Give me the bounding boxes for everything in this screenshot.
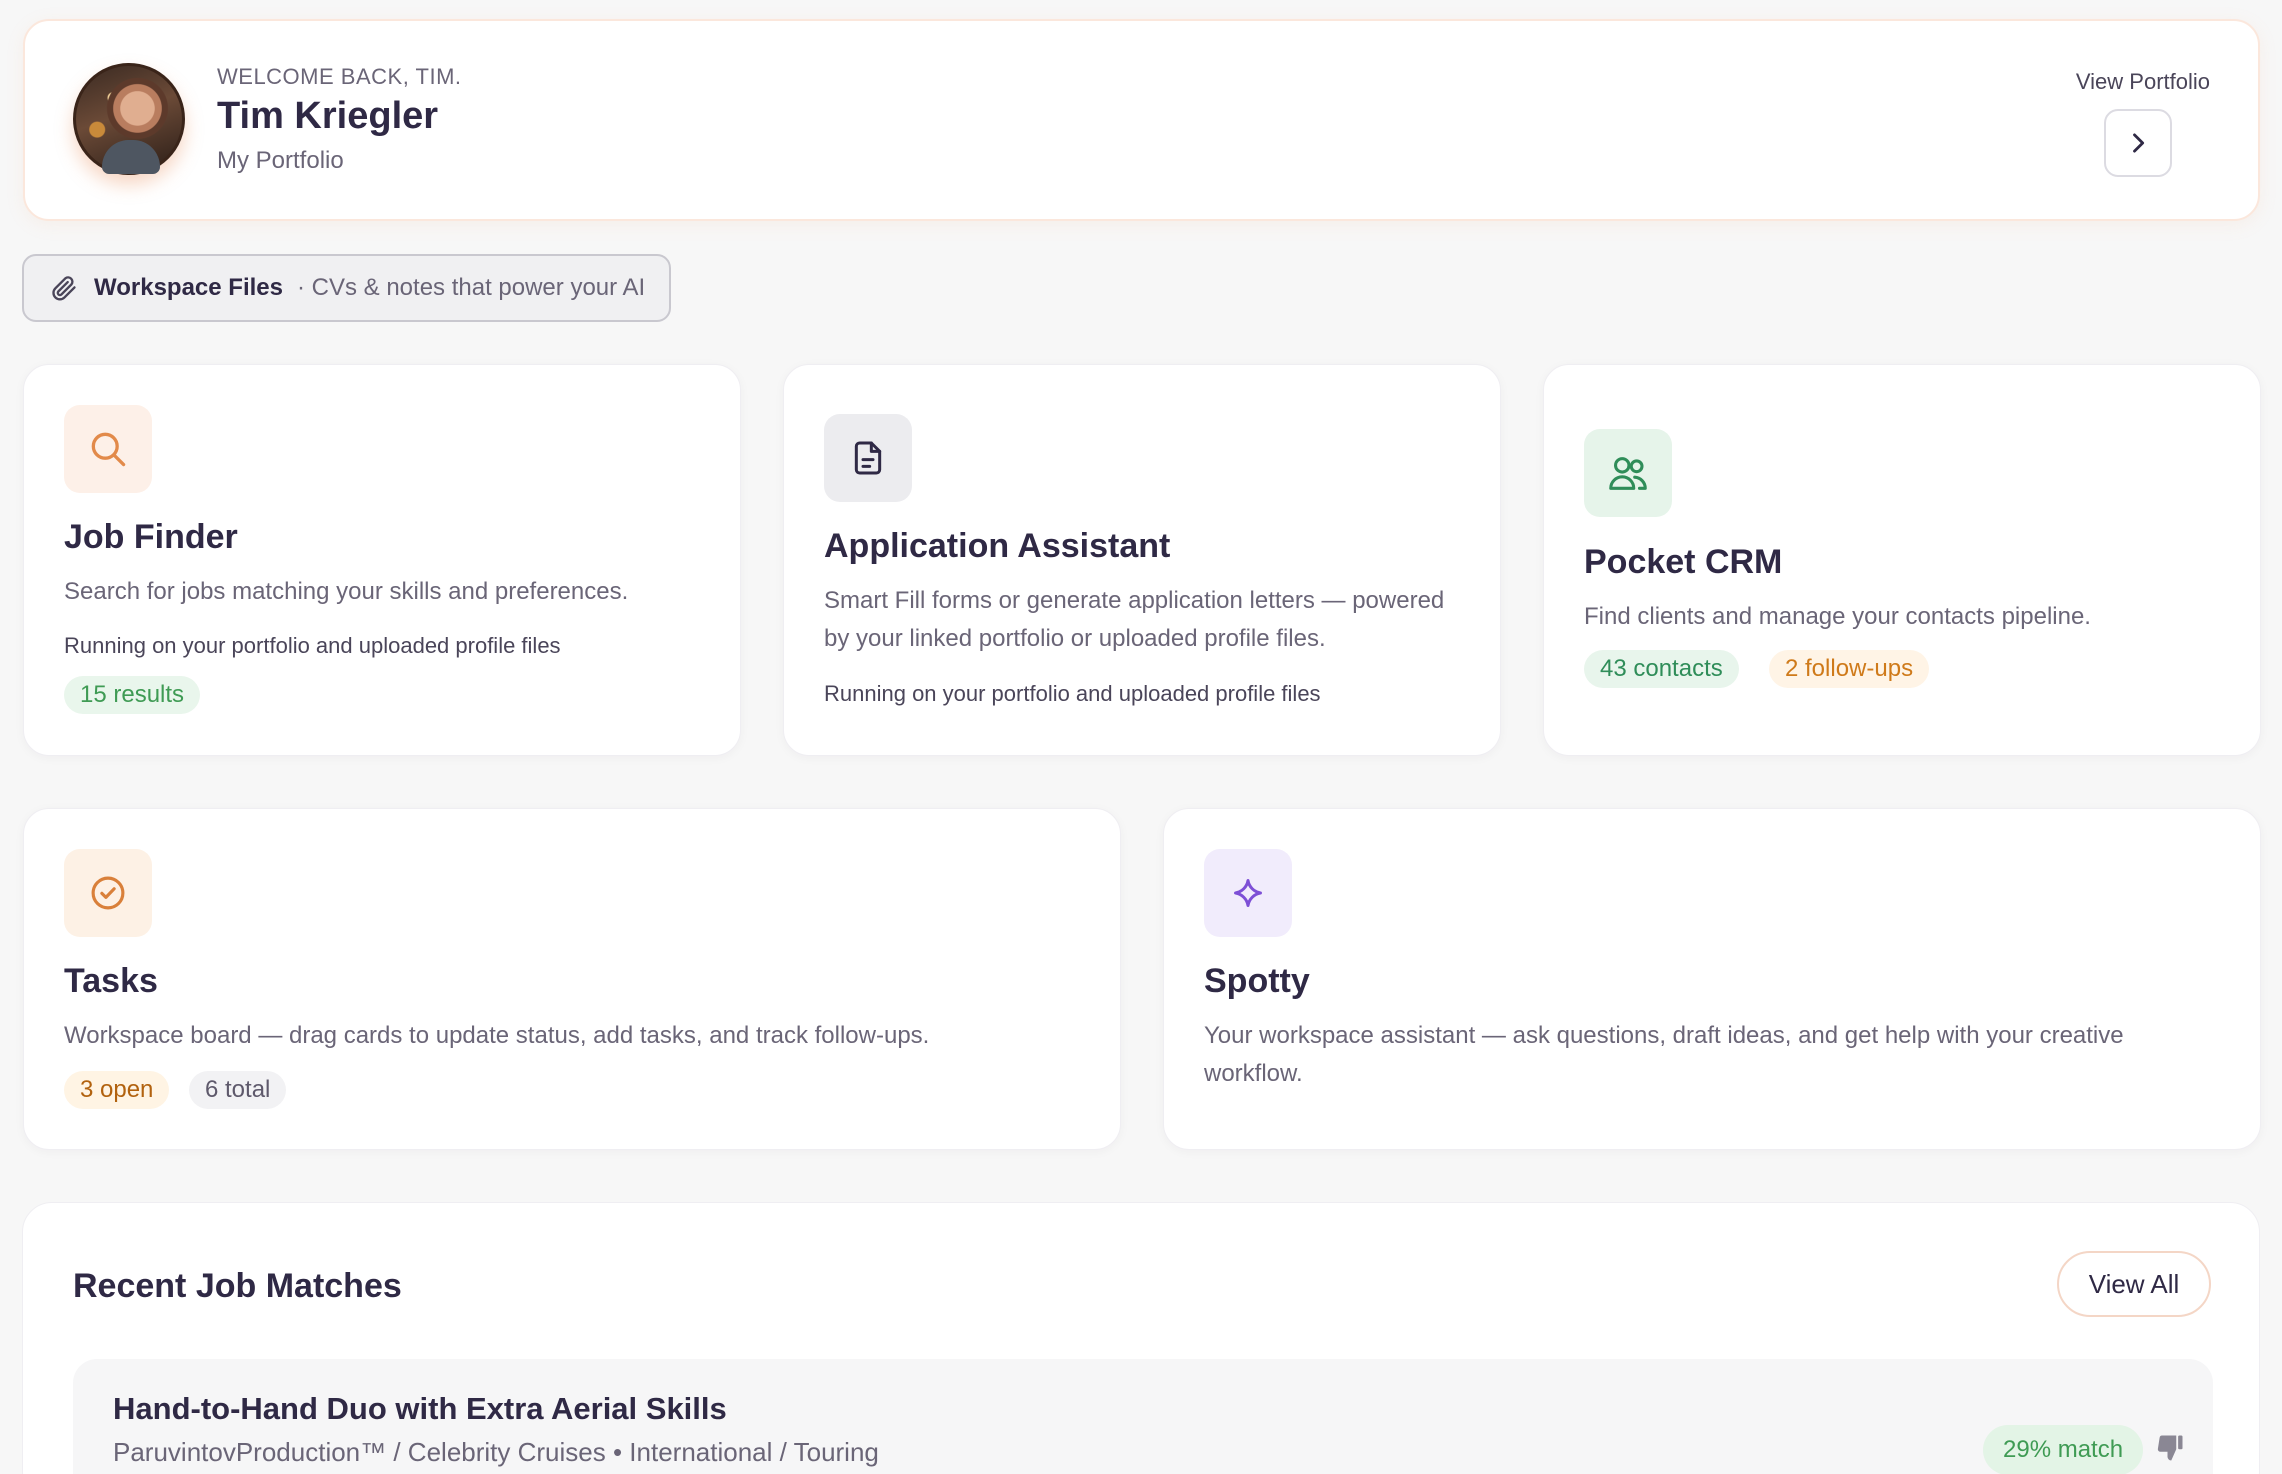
spotty-title: Spotty [1204, 962, 1310, 1000]
spotty-description: Your workspace assistant — ask questions… [1204, 1022, 2124, 1087]
application-assistant-note: Running on your portfolio and uploaded p… [824, 681, 1321, 706]
recent-job-matches-title: Recent Job Matches [73, 1267, 402, 1305]
results-badge: 15 results [64, 676, 201, 714]
job-finder-description: Search for jobs matching your skills and… [64, 578, 629, 605]
follow-ups-badge: 2 follow-ups [1769, 650, 1930, 688]
recent-job-matches-section: Recent Job Matches View All Hand-to-Hand… [22, 1202, 2260, 1474]
document-icon [824, 414, 912, 502]
view-portfolio-button[interactable] [2104, 109, 2172, 177]
job-finder-note: Running on your portfolio and uploaded p… [64, 633, 561, 658]
application-assistant-description: Smart Fill forms or generate application… [824, 587, 1445, 652]
view-all-button[interactable]: View All [2057, 1251, 2211, 1317]
job-finder-title: Job Finder [64, 518, 238, 556]
check-circle-icon [64, 849, 152, 937]
application-assistant-title: Application Assistant [824, 527, 1171, 565]
user-name: Tim Kriegler [217, 95, 439, 137]
users-icon [1584, 429, 1672, 517]
match-badge: 29% match [1983, 1425, 2144, 1474]
tasks-description: Workspace board — drag cards to update s… [64, 1022, 930, 1049]
pocket-crm-title: Pocket CRM [1584, 543, 1783, 581]
job-company: ParuvintovProduction™ / Celebrity Cruise… [113, 1437, 879, 1467]
tasks-card[interactable]: Tasks Workspace board — drag cards to up… [23, 808, 1121, 1150]
workspace-files-description: · CVs & notes that power your AI [296, 274, 646, 301]
contacts-badge: 43 contacts [1584, 650, 1739, 688]
spotty-card[interactable]: Spotty Your workspace assistant — ask qu… [1163, 808, 2261, 1150]
welcome-text: WELCOME BACK, TIM. [217, 64, 462, 89]
workspace-files-button[interactable]: Workspace Files · CVs & notes that power… [22, 254, 671, 322]
job-finder-card[interactable]: Job Finder Search for jobs matching your… [23, 364, 741, 756]
workspace-files-title: Workspace Files [94, 274, 283, 301]
portfolio-subtitle: My Portfolio [217, 147, 344, 174]
application-assistant-card[interactable]: Application Assistant Smart Fill forms o… [783, 364, 1501, 756]
pocket-crm-description: Find clients and manage your contacts pi… [1584, 603, 2091, 630]
pocket-crm-card[interactable]: Pocket CRM Find clients and manage your … [1543, 364, 2261, 756]
total-tasks-badge: 6 total [189, 1071, 287, 1109]
sparkle-icon [1204, 849, 1292, 937]
thumbs-down-icon[interactable] [2155, 1433, 2185, 1463]
job-title: Hand-to-Hand Duo with Extra Aerial Skill… [113, 1391, 727, 1426]
chevron-right-icon [2133, 133, 2145, 153]
view-portfolio-label[interactable]: View Portfolio [2076, 69, 2210, 95]
search-icon [64, 405, 152, 493]
open-tasks-badge: 3 open [64, 1071, 170, 1109]
paperclip-icon [50, 274, 78, 302]
tasks-title: Tasks [64, 962, 158, 1000]
profile-header: WELCOME BACK, TIM. Tim Kriegler My Portf… [23, 19, 2260, 221]
job-match-row[interactable]: Hand-to-Hand Duo with Extra Aerial Skill… [73, 1359, 2213, 1474]
avatar[interactable] [73, 63, 185, 175]
